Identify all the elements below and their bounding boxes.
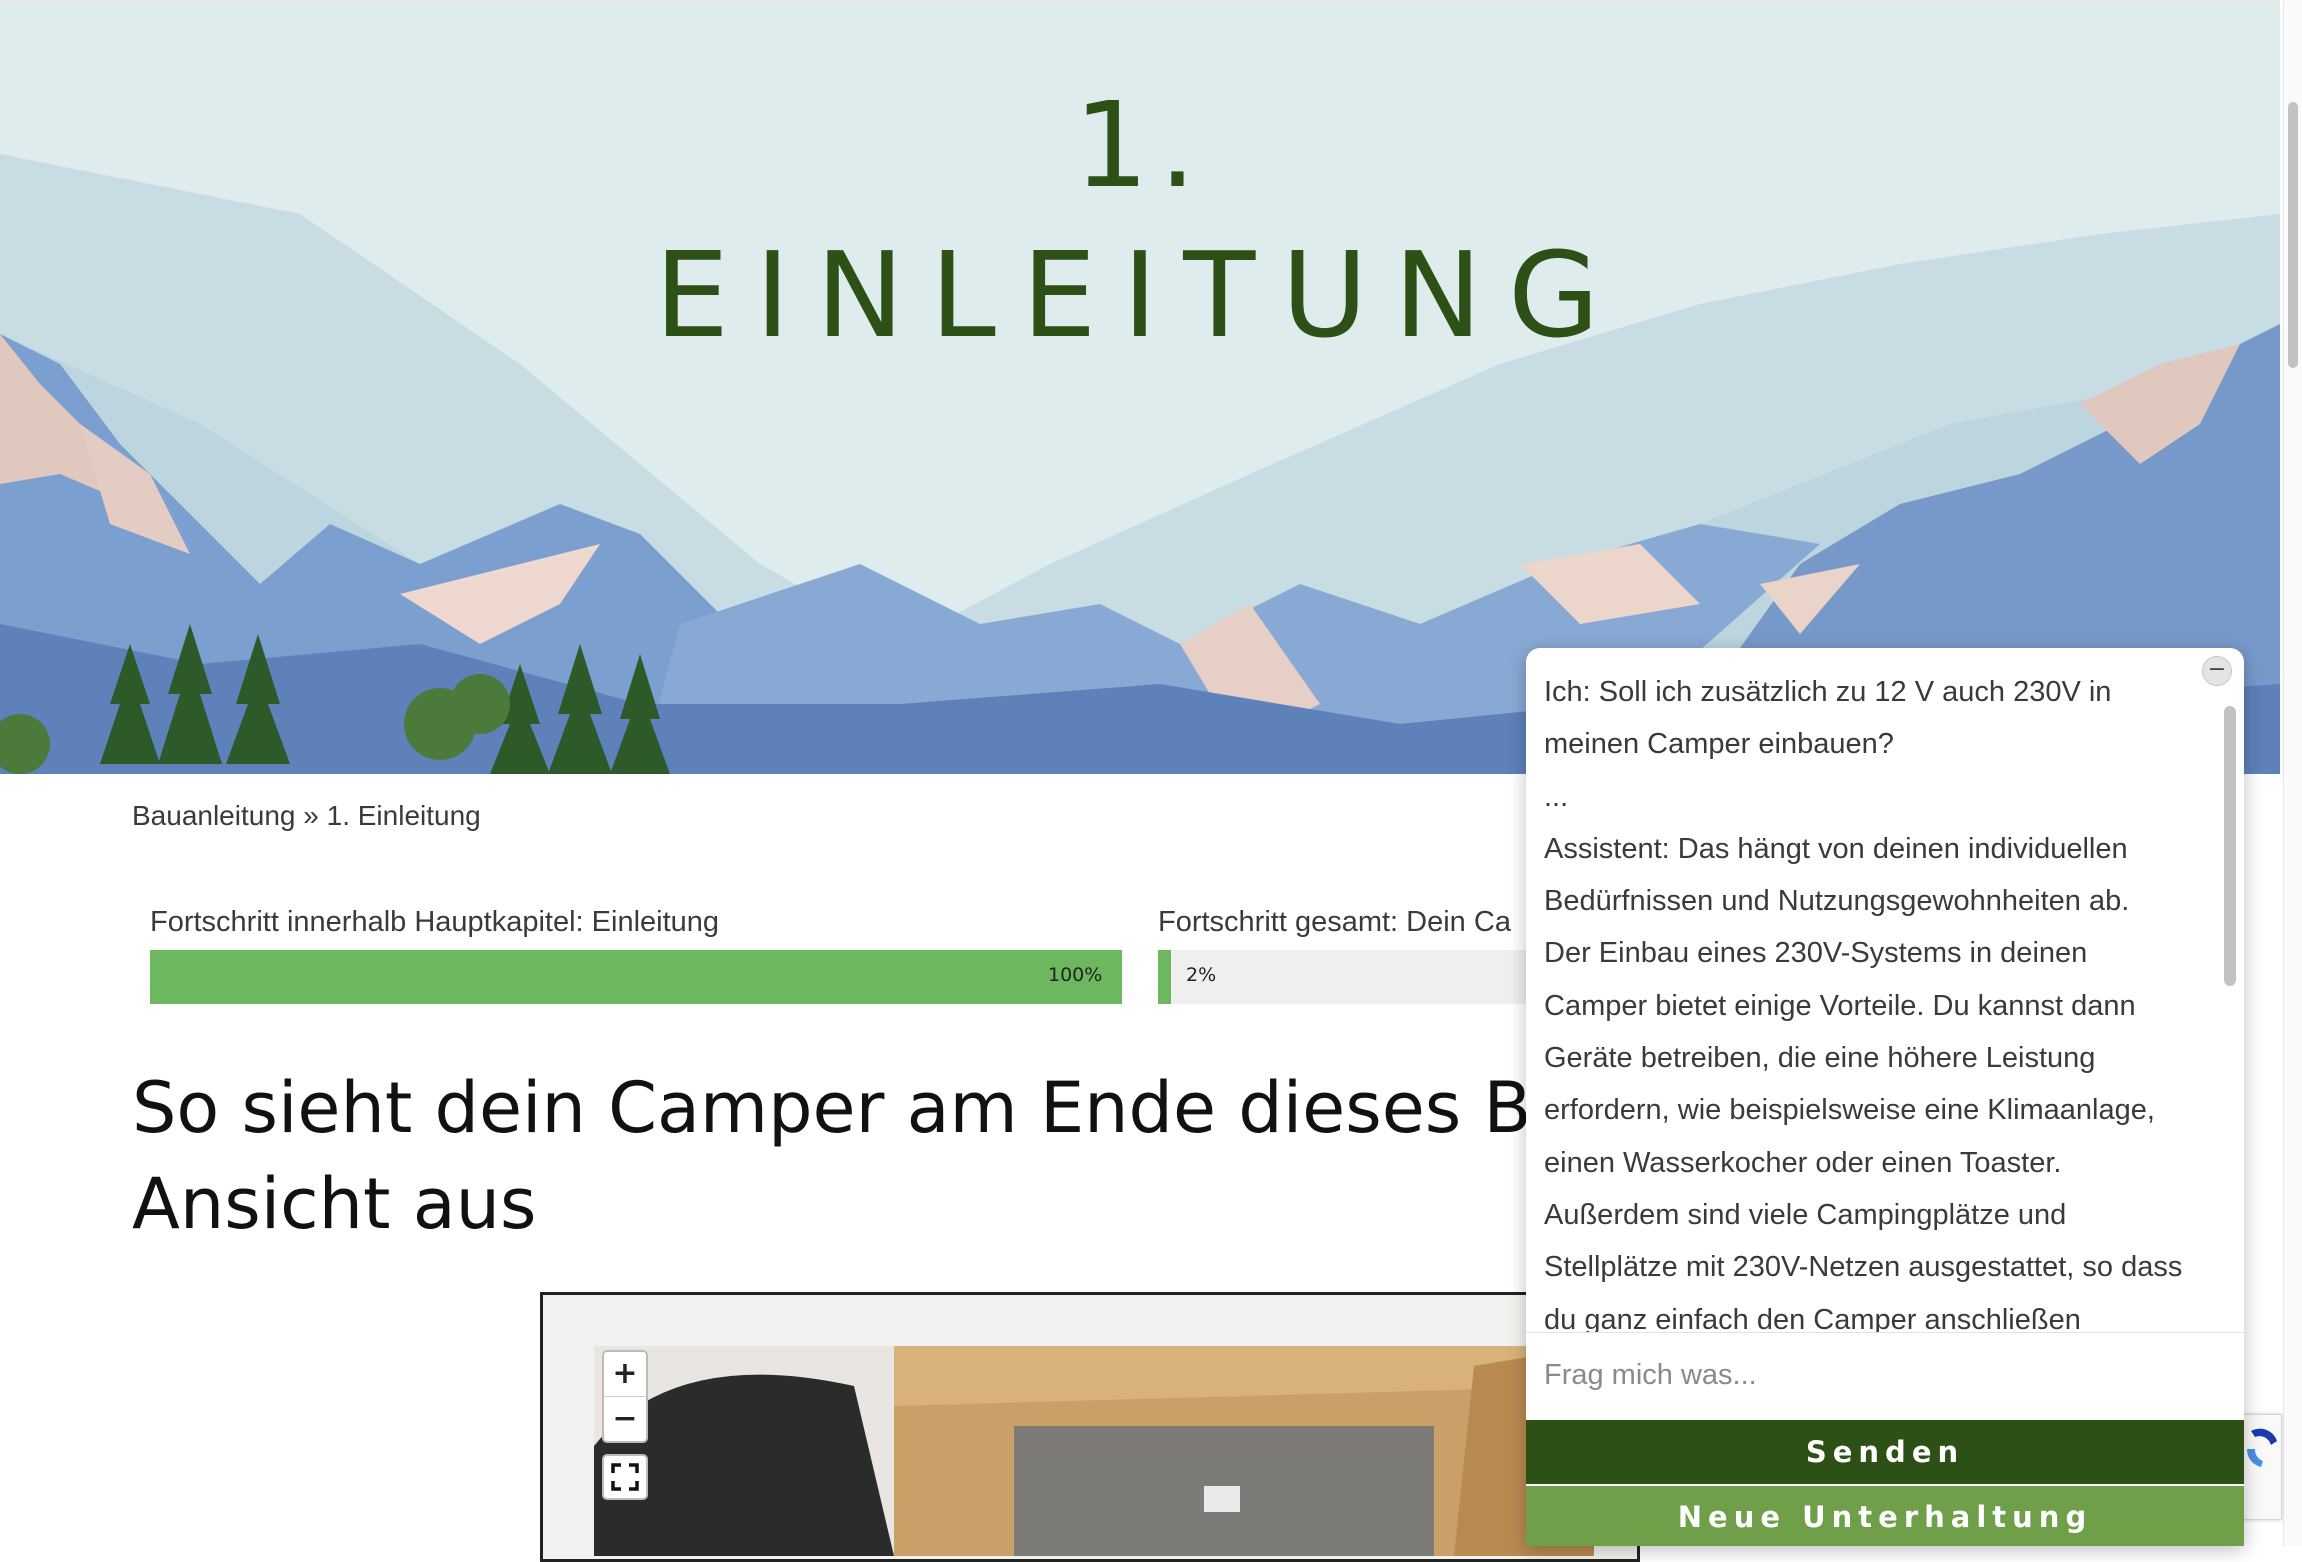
- progress-total-bar: 2%: [1158, 950, 1558, 1004]
- progress-total-label: Fortschritt gesamt: Dein Ca: [1158, 906, 1511, 938]
- camper-photo: [594, 1346, 1594, 1556]
- breadcrumb-current: 1. Einleitung: [326, 800, 481, 831]
- chat-input[interactable]: [1526, 1332, 2244, 1418]
- zoom-in-icon[interactable]: +: [604, 1352, 646, 1396]
- send-button[interactable]: Senden: [1526, 1420, 2244, 1484]
- chat-widget: − Ich: Soll ich zusätzlich zu 12 V auch …: [1526, 648, 2244, 1546]
- zoom-controls: + −: [602, 1350, 648, 1443]
- section-heading-line2: Ansicht aus: [132, 1163, 537, 1245]
- progress-total-percent: 2%: [1186, 964, 1217, 986]
- breadcrumb-separator: »: [303, 800, 319, 831]
- minimize-icon[interactable]: −: [2202, 656, 2232, 686]
- progress-chapter-bar: 100%: [150, 950, 1122, 1004]
- camper-interior-image[interactable]: [594, 1346, 1594, 1556]
- fullscreen-glyph: [611, 1463, 639, 1491]
- progress-chapter-fill: [150, 950, 1122, 1004]
- chat-message-ellipsis: ...: [1544, 780, 1569, 813]
- page-scrollbar[interactable]: [2283, 0, 2302, 1546]
- chat-message-user: Ich: Soll ich zusätzlich zu 12 V auch 23…: [1544, 676, 2112, 761]
- progress-chapter-label: Fortschritt innerhalb Hauptkapitel: Einl…: [150, 906, 720, 938]
- section-heading: So sieht dein Camper am Ende dieses Buch…: [132, 1060, 1732, 1252]
- breadcrumb: Bauanleitung » 1. Einleitung: [132, 800, 481, 832]
- breadcrumb-link-bauanleitung[interactable]: Bauanleitung: [132, 800, 295, 831]
- chat-scrollbar[interactable]: [2224, 706, 2236, 1330]
- page-scrollbar-thumb[interactable]: [2288, 102, 2298, 368]
- chat-scrollbar-thumb[interactable]: [2224, 706, 2236, 986]
- chat-message-assistant: Assistent: Das hängt von deinen individu…: [1544, 832, 2183, 1336]
- section-heading-line1: So sieht dein Camper am Ende dieses Buch: [132, 1067, 1659, 1149]
- new-conversation-button[interactable]: Neue Unterhaltung: [1526, 1486, 2244, 1546]
- chapter-number: 1.: [1073, 76, 1207, 214]
- chat-messages: Ich: Soll ich zusätzlich zu 12 V auch 23…: [1544, 666, 2184, 1342]
- zoom-out-icon[interactable]: −: [604, 1397, 646, 1441]
- progress-total-fill: [1158, 950, 1171, 1004]
- progress-chapter-percent: 100%: [1048, 964, 1103, 986]
- chapter-title: EINLEITUNG: [654, 226, 1626, 364]
- fullscreen-icon[interactable]: [602, 1454, 648, 1500]
